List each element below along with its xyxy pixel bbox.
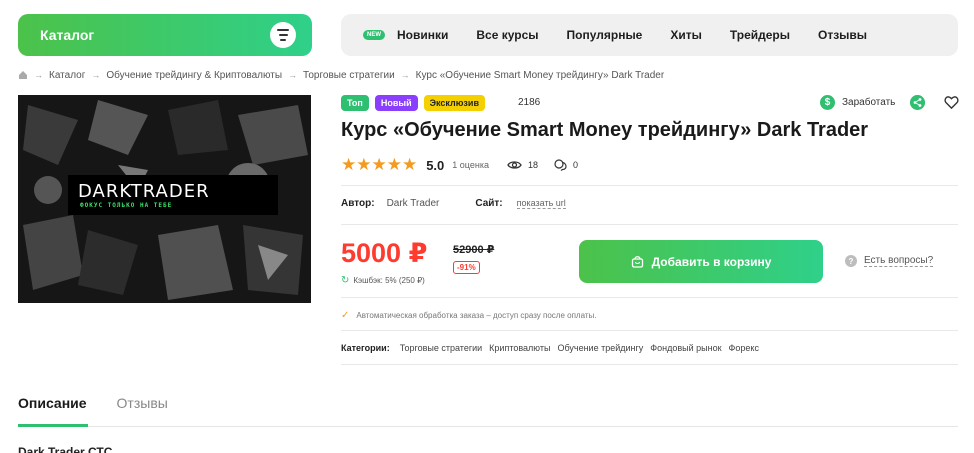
product-logo-tagline: ФОКУС ТОЛЬКО НА ТЕБЕ bbox=[80, 202, 173, 209]
auto-processing-note: ✓ Автоматическая обработка заказа – дост… bbox=[341, 310, 597, 321]
cashback-label: Кэшбэк: 5% (250 ₽) bbox=[353, 276, 425, 285]
badge-new: Новый bbox=[374, 95, 418, 111]
new-badge: NEW bbox=[363, 30, 385, 40]
product-tabs: Описание Отзывы bbox=[18, 395, 198, 411]
active-tab-indicator bbox=[18, 424, 88, 427]
breadcrumb-separator-icon: → bbox=[400, 70, 410, 80]
catalog-label: Каталог bbox=[40, 27, 95, 43]
earn-label: Заработать bbox=[842, 97, 896, 108]
nav-item-all-courses[interactable]: Все курсы bbox=[476, 28, 538, 42]
add-to-cart-label: Добавить в корзину bbox=[651, 254, 772, 269]
top-navigation: NEW Новинки Все курсы Популярные Хиты Тр… bbox=[341, 14, 958, 56]
rating-stars[interactable]: ★★★★★ bbox=[341, 155, 417, 175]
catalog-button[interactable]: Каталог bbox=[18, 14, 312, 56]
earn-link[interactable]: $ Заработать bbox=[820, 95, 895, 110]
dollar-icon: $ bbox=[820, 95, 835, 110]
breadcrumb-separator-icon: → bbox=[34, 70, 43, 80]
questions-label: Есть вопросы? bbox=[864, 255, 934, 267]
nav-item-traders[interactable]: Трейдеры bbox=[730, 28, 790, 42]
divider bbox=[341, 330, 958, 331]
breadcrumb-item-catalog[interactable]: Каталог bbox=[49, 70, 85, 81]
category-tag[interactable]: Криптовалюты bbox=[489, 343, 550, 353]
badge-exclusive: Эксклюзив bbox=[423, 95, 485, 111]
filter-icon[interactable] bbox=[270, 22, 296, 48]
comment-icon bbox=[554, 159, 567, 171]
product-image[interactable]: DARKTRADER ФОКУС ТОЛЬКО НА ТЕБЕ bbox=[18, 95, 311, 303]
divider bbox=[341, 297, 958, 298]
description-heading: Dark Trader СТС bbox=[18, 445, 113, 453]
comments-count: 0 bbox=[572, 160, 578, 170]
discount-badge: -91% bbox=[453, 261, 480, 274]
author-value[interactable]: Dark Trader bbox=[387, 198, 440, 209]
site-label: Сайт: bbox=[475, 198, 503, 209]
bag-icon bbox=[631, 256, 643, 268]
divider bbox=[341, 185, 958, 186]
divider bbox=[341, 224, 958, 225]
home-icon[interactable] bbox=[18, 70, 28, 80]
product-logo-text: DARKTRADER bbox=[78, 181, 210, 202]
question-icon: ? bbox=[845, 255, 857, 267]
breadcrumb-separator-icon: → bbox=[288, 70, 298, 80]
views-count-top: 2186 bbox=[518, 97, 541, 108]
nav-item-reviews[interactable]: Отзывы bbox=[818, 28, 867, 42]
tab-description[interactable]: Описание bbox=[18, 395, 87, 411]
heart-icon[interactable] bbox=[944, 95, 959, 110]
categories-row: Категории: Торговые стратегии Криптовалю… bbox=[341, 343, 766, 353]
auto-processing-text: Автоматическая обработка заказа – доступ… bbox=[356, 311, 597, 320]
tab-reviews[interactable]: Отзывы bbox=[117, 395, 168, 411]
breadcrumb: → Каталог → Обучение трейдингу & Криптов… bbox=[18, 68, 664, 82]
product-title: Курс «Обучение Smart Money трейдингу» Da… bbox=[341, 119, 869, 141]
check-icon: ✓ bbox=[341, 310, 350, 321]
breadcrumb-item-strategies[interactable]: Торговые стратегии bbox=[303, 70, 395, 81]
logo-box: DARKTRADER ФОКУС ТОЛЬКО НА ТЕБЕ bbox=[68, 175, 278, 215]
category-tag[interactable]: Форекс bbox=[729, 343, 759, 353]
share-icon[interactable] bbox=[910, 95, 925, 110]
category-tag[interactable]: Обучение трейдингу bbox=[557, 343, 643, 353]
rating-count[interactable]: 1 оценка bbox=[452, 160, 489, 170]
views-count: 18 bbox=[527, 160, 538, 170]
category-tag[interactable]: Фондовый рынок bbox=[650, 343, 721, 353]
rating-value: 5.0 bbox=[426, 157, 445, 173]
old-price: 52900 ₽ bbox=[453, 244, 495, 256]
eye-icon bbox=[507, 161, 522, 169]
rating-row: ★★★★★ 5.0 1 оценка 18 0 bbox=[341, 155, 578, 175]
category-tag[interactable]: Торговые стратегии bbox=[400, 343, 482, 353]
questions-link[interactable]: ? Есть вопросы? bbox=[845, 255, 934, 267]
breadcrumb-item-trading[interactable]: Обучение трейдингу & Криптовалюты bbox=[106, 70, 282, 81]
show-url-link[interactable]: показать url bbox=[516, 198, 566, 209]
breadcrumb-item-current: Курс «Обучение Smart Money трейдингу» Da… bbox=[415, 69, 665, 81]
add-to-cart-button[interactable]: Добавить в корзину bbox=[579, 240, 823, 283]
nav-item-new[interactable]: Новинки bbox=[397, 28, 448, 42]
meta-row: Автор: Dark Trader Сайт: показать url bbox=[341, 198, 566, 209]
nav-item-hits[interactable]: Хиты bbox=[670, 28, 702, 42]
breadcrumb-separator-icon: → bbox=[91, 70, 101, 80]
categories-label: Категории: bbox=[341, 343, 390, 353]
nav-item-popular[interactable]: Популярные bbox=[567, 28, 643, 42]
badge-top: Топ bbox=[341, 95, 369, 111]
author-label: Автор: bbox=[341, 198, 375, 209]
cashback: ↻ Кэшбэк: 5% (250 ₽) bbox=[341, 275, 425, 286]
refresh-icon: ↻ bbox=[341, 275, 350, 286]
product-badges: Топ Новый Эксклюзив bbox=[341, 95, 485, 111]
tabs-divider bbox=[18, 426, 958, 427]
divider bbox=[341, 364, 958, 365]
price: 5000 ₽ bbox=[341, 238, 428, 268]
